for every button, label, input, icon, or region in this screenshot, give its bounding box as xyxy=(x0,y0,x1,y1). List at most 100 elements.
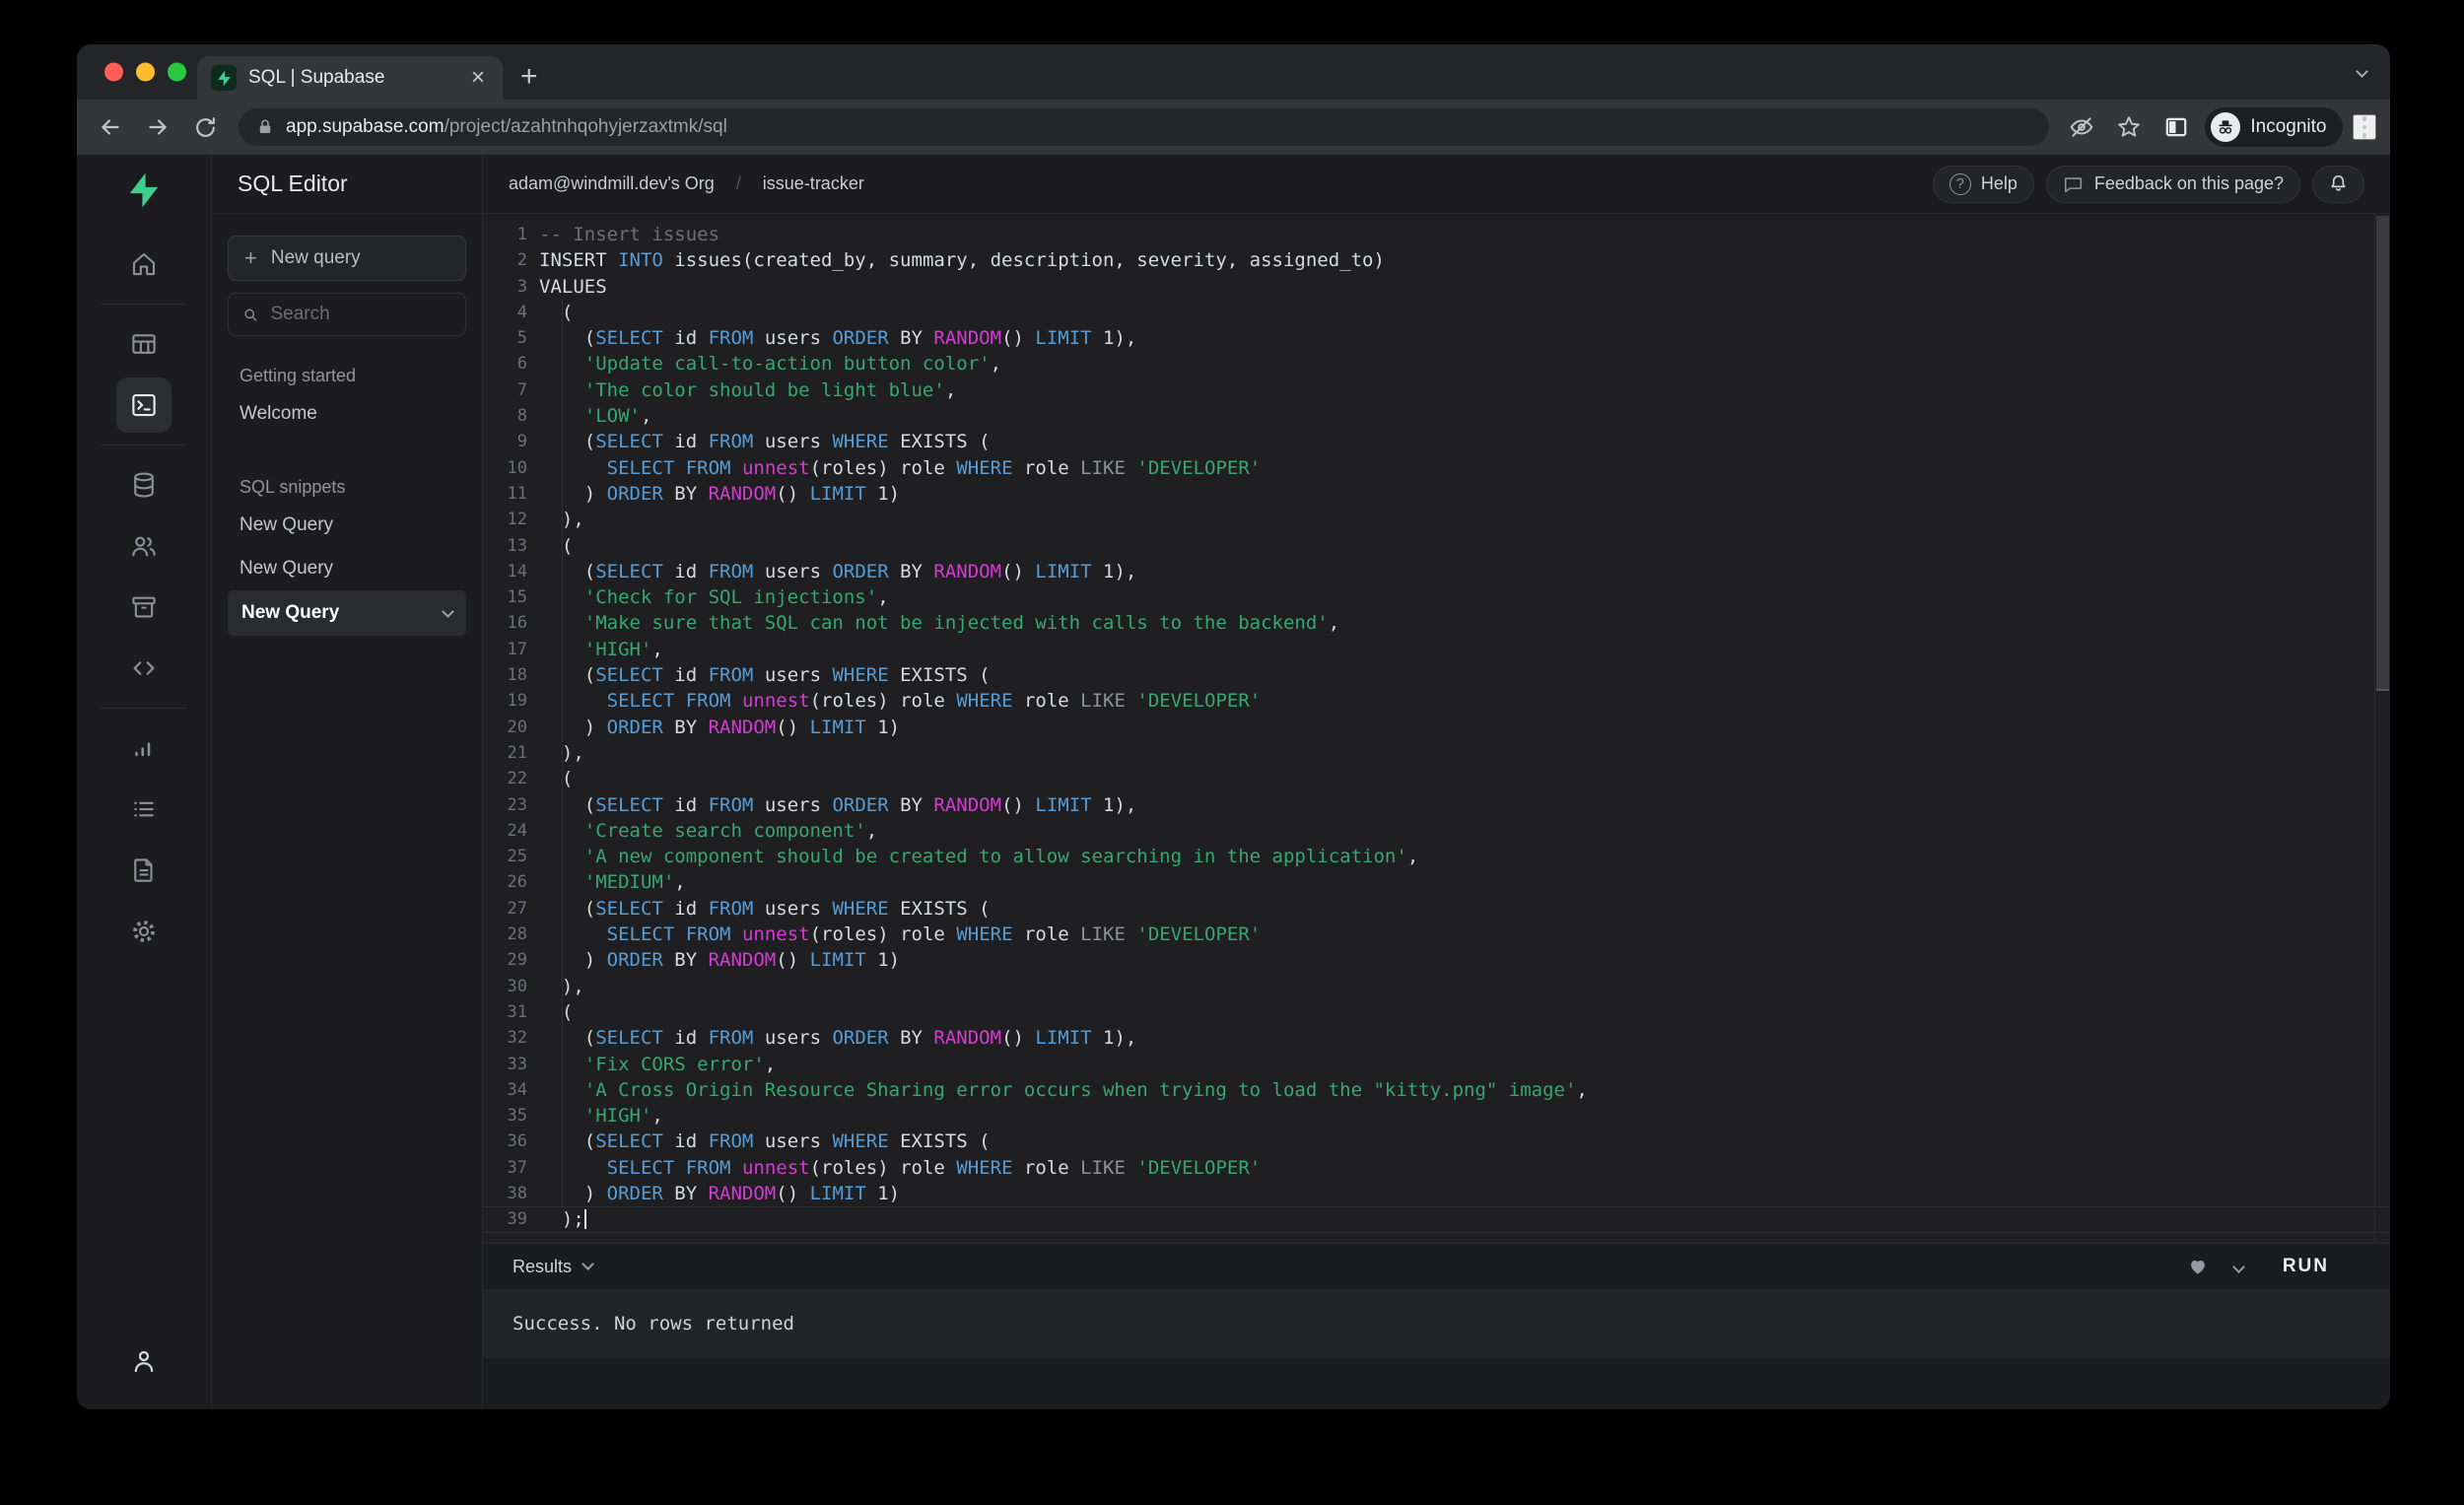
incognito-badge[interactable]: Incognito xyxy=(2205,107,2343,147)
breadcrumb-org[interactable]: adam@windmill.dev's Org xyxy=(509,173,715,194)
kebab-menu-icon[interactable] xyxy=(2352,114,2376,140)
line-number: 14 xyxy=(507,561,527,581)
code-line: 9 (SELECT id FROM users WHERE EXISTS ( xyxy=(483,429,2390,454)
line-number: 31 xyxy=(507,1001,527,1022)
line-number: 7 xyxy=(516,379,527,400)
line-number: 21 xyxy=(507,742,527,763)
code-line: 21 ), xyxy=(483,740,2390,766)
code-line: 22 ( xyxy=(483,766,2390,791)
help-button[interactable]: ? Help xyxy=(1932,165,2034,203)
page-title: SQL Editor xyxy=(212,155,482,214)
incognito-label: Incognito xyxy=(2250,116,2327,137)
line-number: 4 xyxy=(516,302,527,322)
side-panel-icon[interactable] xyxy=(2157,108,2195,146)
code-line: 13 ( xyxy=(483,533,2390,559)
code-line: 20 ) ORDER BY RANDOM() LIMIT 1) xyxy=(483,715,2390,740)
line-number: 35 xyxy=(507,1106,527,1127)
url-bar[interactable]: app.supabase.com/project/azahtnhqohyjerz… xyxy=(239,108,2050,146)
run-options-chevron[interactable] xyxy=(2231,1260,2245,1274)
breadcrumb-project[interactable]: issue-tracker xyxy=(763,173,864,194)
query-status: Success. No rows returned xyxy=(483,1289,2390,1358)
line-number: 24 xyxy=(507,820,527,841)
search-icon xyxy=(244,308,257,321)
search-input[interactable] xyxy=(270,304,451,325)
code-line: 33 'Fix CORS error', xyxy=(483,1052,2390,1077)
line-number: 16 xyxy=(507,613,527,634)
bell-icon xyxy=(2331,175,2346,191)
storage-icon[interactable] xyxy=(116,580,171,635)
window-minimize-button[interactable] xyxy=(136,62,155,82)
line-number: 13 xyxy=(507,535,527,556)
docs-icon[interactable] xyxy=(116,843,171,898)
line-number: 34 xyxy=(507,1079,527,1100)
code-line: 7 'The color should be light blue', xyxy=(483,377,2390,403)
line-number: 18 xyxy=(507,665,527,686)
line-number: 23 xyxy=(507,794,527,815)
code-line: 11 ) ORDER BY RANDOM() LIMIT 1) xyxy=(483,481,2390,507)
tab-overflow-chevron-icon[interactable] xyxy=(2356,63,2368,81)
edge-functions-icon[interactable] xyxy=(116,641,171,696)
logs-icon[interactable] xyxy=(116,782,171,837)
forward-button[interactable] xyxy=(138,107,177,147)
line-number: 29 xyxy=(507,950,527,971)
line-number: 26 xyxy=(507,872,527,893)
chevron-down-icon xyxy=(442,604,454,618)
line-number: 28 xyxy=(507,924,527,945)
code-line: 37 SELECT FROM unnest(roles) role WHERE … xyxy=(483,1155,2390,1181)
code-line: 34 'A Cross Origin Resource Sharing erro… xyxy=(483,1077,2390,1103)
supabase-logo[interactable] xyxy=(122,169,166,212)
sql-code-editor[interactable]: 1 -- Insert issues 2 INSERT INTO issues(cre… xyxy=(483,214,2390,1243)
notifications-button[interactable] xyxy=(2312,165,2364,203)
line-number: 6 xyxy=(516,354,527,375)
url-text: app.supabase.com/project/azahtnhqohyjerz… xyxy=(286,116,727,138)
sidebar-item-welcome[interactable]: Welcome xyxy=(228,392,466,436)
window-maximize-button[interactable] xyxy=(168,62,186,82)
sidebar-item-new-query-1[interactable]: New Query xyxy=(228,504,466,547)
sql-editor-sidebar: SQL Editor + New query Getting started W… xyxy=(212,155,483,1409)
back-button[interactable] xyxy=(91,107,130,147)
reload-button[interactable] xyxy=(185,107,225,147)
scrollbar-thumb[interactable] xyxy=(2376,216,2389,691)
reports-icon[interactable] xyxy=(116,720,171,776)
sidebar-item-new-query-2[interactable]: New Query xyxy=(228,547,466,590)
new-query-button[interactable]: + New query xyxy=(228,236,466,281)
project-header: adam@windmill.dev's Org / issue-tracker … xyxy=(483,155,2390,214)
sidebar-item-new-query-active[interactable]: New Query xyxy=(228,590,466,636)
code-line: 14 (SELECT id FROM users ORDER BY RANDOM… xyxy=(483,559,2390,584)
line-number: 3 xyxy=(516,276,527,297)
toolbar-right: Incognito xyxy=(2063,107,2376,147)
supabase-favicon xyxy=(211,65,237,91)
line-number: 30 xyxy=(507,976,527,996)
settings-gear-icon[interactable] xyxy=(116,904,171,959)
code-line: 2 INSERT INTO issues(created_by, summary,… xyxy=(483,247,2390,273)
database-icon[interactable] xyxy=(116,457,171,513)
line-number: 5 xyxy=(516,328,527,349)
star-icon[interactable] xyxy=(2110,108,2148,146)
tab-close-button[interactable]: × xyxy=(467,66,489,90)
code-line: 32 (SELECT id FROM users ORDER BY RANDOM… xyxy=(483,1025,2390,1051)
new-tab-button[interactable]: + xyxy=(520,62,538,92)
window-close-button[interactable] xyxy=(104,62,123,82)
incognito-icon xyxy=(2211,112,2241,142)
code-lines: 1 -- Insert issues 2 INSERT INTO issues(cre… xyxy=(483,222,2390,1233)
feedback-button[interactable]: Feedback on this page? xyxy=(2045,165,2300,203)
line-number: 8 xyxy=(516,406,527,427)
favorite-heart-icon[interactable] xyxy=(2187,1256,2209,1277)
eye-blocked-icon[interactable] xyxy=(2063,108,2100,146)
line-number: 33 xyxy=(507,1054,527,1074)
help-circle-icon: ? xyxy=(1949,172,1971,195)
auth-users-icon[interactable] xyxy=(116,518,171,574)
line-number: 20 xyxy=(507,717,527,737)
sql-editor-icon[interactable] xyxy=(116,377,171,433)
results-dropdown[interactable]: Results xyxy=(513,1257,594,1277)
browser-tab[interactable]: SQL | Supabase × xyxy=(197,56,503,100)
table-editor-icon[interactable] xyxy=(116,316,171,372)
account-icon[interactable] xyxy=(116,1334,171,1389)
bottom-filler xyxy=(483,1358,2390,1409)
home-icon[interactable] xyxy=(116,237,171,292)
code-line: 6 'Update call-to-action button color', xyxy=(483,351,2390,376)
plus-icon: + xyxy=(244,245,257,270)
code-line: 1 -- Insert issues xyxy=(483,222,2390,247)
run-button[interactable]: RUN xyxy=(2269,1248,2343,1285)
code-line: 10 SELECT FROM unnest(roles) role WHERE … xyxy=(483,455,2390,481)
